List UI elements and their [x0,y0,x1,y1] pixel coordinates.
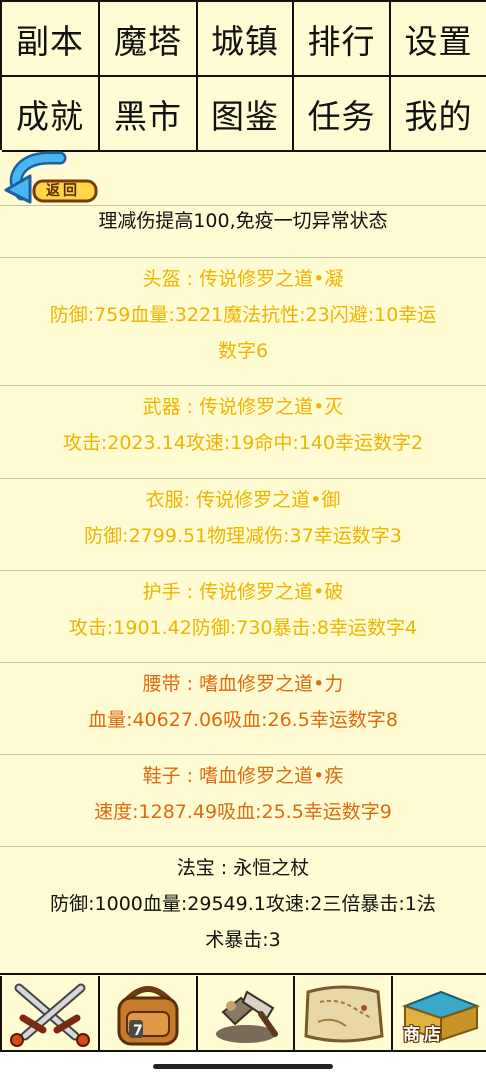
list-item-weapon: 武器 : 传说修罗之道•灭 攻击:2023.14攻速:19命中:140幸运数字2 [0,386,486,479]
bottom-toolbar: 7 商店 [0,976,486,1052]
item-title: 腰带 : 嗜血修罗之道•力 [142,673,344,695]
item-stats: 攻击:2023.14攻速:19命中:140幸运数字2 [62,432,424,454]
nav-achievements[interactable]: 成就 [2,77,100,152]
item-title: 武器 : 传说修罗之道•灭 [142,396,344,418]
inventory-button[interactable]: 7 [100,976,198,1052]
item-stats: 数字6 [217,340,269,362]
list-item-armor: 衣服: 传说修罗之道•御 防御:2799.51物理减伤:37幸运数字3 [0,479,486,571]
nav-quests[interactable]: 任务 [294,77,391,152]
top-nav-grid: 副本 魔塔 城镇 排行 设置 成就 黑市 图鉴 任务 我的 [0,0,486,152]
list-item-talisman: 法宝 : 永恒之杖 防御:1000血量:29549.1攻速:2三倍暴击:1法 术… [0,847,486,975]
nav-settings[interactable]: 设置 [391,2,486,77]
equipment-list: 理减伤提高100,免疫一切异常状态 头盔 : 传说修罗之道•凝 防御:759血量… [0,206,486,975]
system-gesture-area [0,1052,486,1080]
crossed-swords-icon [10,983,90,1047]
item-stats: 防御:1000血量:29549.1攻速:2三倍暴击:1法 [50,893,436,915]
shop-label: 商店 [403,1025,445,1045]
forge-button[interactable] [198,976,295,1052]
item-stats: 速度:1287.49吸血:25.5幸运数字9 [94,801,392,823]
item-stats: 防御:2799.51物理减伤:37幸运数字3 [84,525,402,547]
app-screen: 副本 魔塔 城镇 排行 设置 成就 黑市 图鉴 任务 我的 返回 理减伤提高10… [0,0,486,1080]
item-stats: 术暴击:3 [205,929,281,951]
nav-codex[interactable]: 图鉴 [198,77,294,152]
back-row: 返回 [0,150,486,206]
set-bonus-description: 理减伤提高100,免疫一切异常状态 [0,206,486,258]
backpack-icon: 7 [117,986,179,1046]
item-stats: 防御:759血量:3221魔法抗性:23闪避:10幸运 [49,304,437,326]
nav-ranking[interactable]: 排行 [294,2,391,77]
svg-text:7: 7 [133,1023,143,1039]
nav-town[interactable]: 城镇 [198,2,294,77]
battle-button[interactable] [2,976,100,1052]
item-title: 鞋子 : 嗜血修罗之道•疾 [142,765,344,787]
nav-profile[interactable]: 我的 [391,77,486,152]
item-title: 头盔 : 传说修罗之道•凝 [142,268,344,290]
scroll-map-icon [304,985,384,1043]
item-title: 衣服: 传说修罗之道•御 [145,489,341,511]
home-indicator[interactable] [153,1064,333,1069]
back-button-label: 返回 [46,183,80,199]
list-item-gloves: 护手 : 传说修罗之道•破 攻击:1901.42防御:730暴击:8幸运数字4 [0,571,486,663]
list-item-belt: 腰带 : 嗜血修罗之道•力 血量:40627.06吸血:26.5幸运数字8 [0,663,486,755]
shop-button[interactable]: 商店 [393,976,486,1052]
map-button[interactable] [295,976,393,1052]
nav-dungeon[interactable]: 副本 [2,2,100,77]
item-title: 护手 : 传说修罗之道•破 [142,581,344,603]
nav-black-market[interactable]: 黑市 [100,77,198,152]
item-stats: 血量:40627.06吸血:26.5幸运数字8 [88,709,398,731]
back-button[interactable]: 返回 [2,150,102,204]
list-item-helmet: 头盔 : 传说修罗之道•凝 防御:759血量:3221魔法抗性:23闪避:10幸… [0,258,486,386]
forge-icon [215,990,278,1043]
item-title: 法宝 : 永恒之杖 [176,857,310,879]
list-item-boots: 鞋子 : 嗜血修罗之道•疾 速度:1287.49吸血:25.5幸运数字9 [0,755,486,847]
item-stats: 攻击:1901.42防御:730暴击:8幸运数字4 [68,617,418,639]
nav-magic-tower[interactable]: 魔塔 [100,2,198,77]
